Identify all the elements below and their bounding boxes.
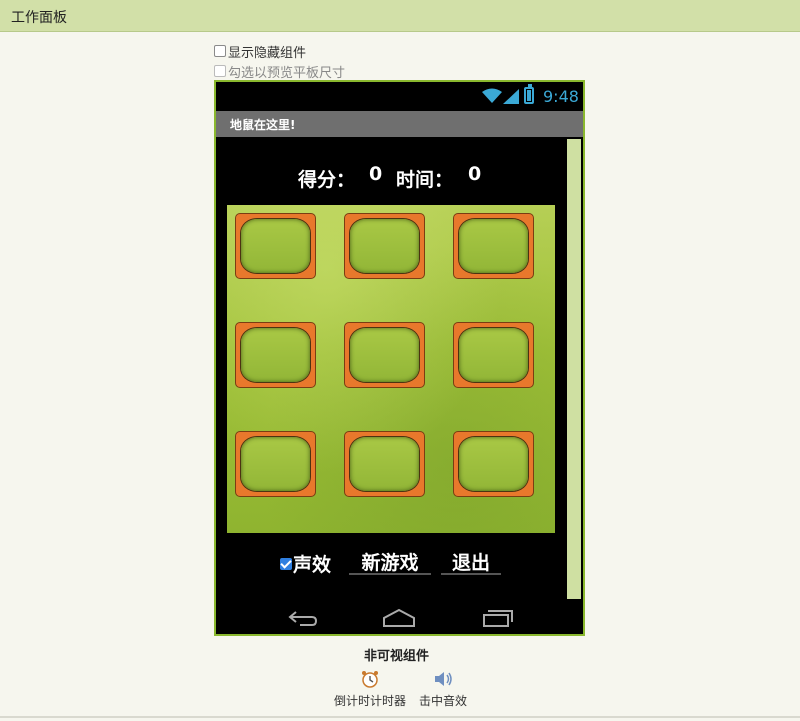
phone-preview: 9:48 地鼠在这里! 得分： 0 时间： 0 声效 新游戏 退出 (214, 80, 585, 636)
tablet-preview-checkbox[interactable] (214, 65, 226, 77)
score-label: 得分： (298, 169, 356, 191)
hit-sound-component[interactable]: 击中音效 (414, 670, 472, 709)
show-hidden-checkbox[interactable] (214, 45, 226, 57)
tablet-preview-option[interactable]: 勾选以预览平板尺寸 (214, 62, 346, 81)
mole-hole[interactable] (453, 213, 534, 279)
score-value: 0 (369, 163, 383, 185)
show-hidden-label: 显示隐藏组件 (228, 45, 307, 61)
mole-hole[interactable] (235, 322, 316, 388)
mole-hole[interactable] (344, 322, 425, 388)
panel-header: 工作面板 (0, 0, 800, 32)
exit-button[interactable]: 退出 (441, 545, 501, 575)
status-clock: 9:48 (543, 87, 579, 106)
time-value: 0 (468, 163, 482, 185)
signal-icon (503, 89, 519, 104)
scrollbar-thumb[interactable] (567, 139, 581, 599)
back-icon[interactable] (286, 608, 320, 628)
countdown-timer-label: 倒计时计时器 (333, 694, 406, 708)
new-game-button[interactable]: 新游戏 (349, 545, 431, 575)
speaker-icon (435, 672, 452, 686)
mole-hole[interactable] (344, 431, 425, 497)
app-title: 地鼠在这里! (230, 118, 296, 132)
bottom-divider (0, 716, 800, 718)
nonvisible-components-title: 非可视组件 (364, 649, 430, 664)
android-nav-bar (216, 601, 583, 634)
recent-apps-icon[interactable] (480, 608, 514, 628)
mole-hole[interactable] (344, 213, 425, 279)
hit-sound-label: 击中音效 (418, 694, 467, 708)
tablet-preview-label: 勾选以预览平板尺寸 (228, 65, 346, 81)
home-icon[interactable] (382, 608, 416, 628)
time-label: 时间： (396, 169, 454, 191)
game-controls: 声效 新游戏 退出 (216, 545, 565, 577)
countdown-timer-component[interactable]: 倒计时计时器 (329, 670, 411, 709)
sound-checkbox[interactable] (280, 558, 292, 570)
mole-hole[interactable] (235, 431, 316, 497)
mole-hole[interactable] (235, 213, 316, 279)
screen-scrollbar[interactable] (565, 137, 583, 601)
status-bar: 9:48 (216, 82, 583, 111)
panel-title: 工作面板 (11, 10, 67, 26)
mole-hole[interactable] (453, 431, 534, 497)
score-line: 得分： 0 时间： 0 (216, 161, 565, 191)
wifi-icon (482, 88, 502, 103)
show-hidden-components-option[interactable]: 显示隐藏组件 (214, 42, 307, 61)
clock-icon (362, 671, 378, 688)
mole-hole[interactable] (453, 322, 534, 388)
app-title-bar: 地鼠在这里! (216, 111, 583, 137)
battery-icon (524, 84, 534, 104)
game-field[interactable] (227, 205, 555, 533)
sound-label[interactable]: 声效 (293, 550, 331, 577)
